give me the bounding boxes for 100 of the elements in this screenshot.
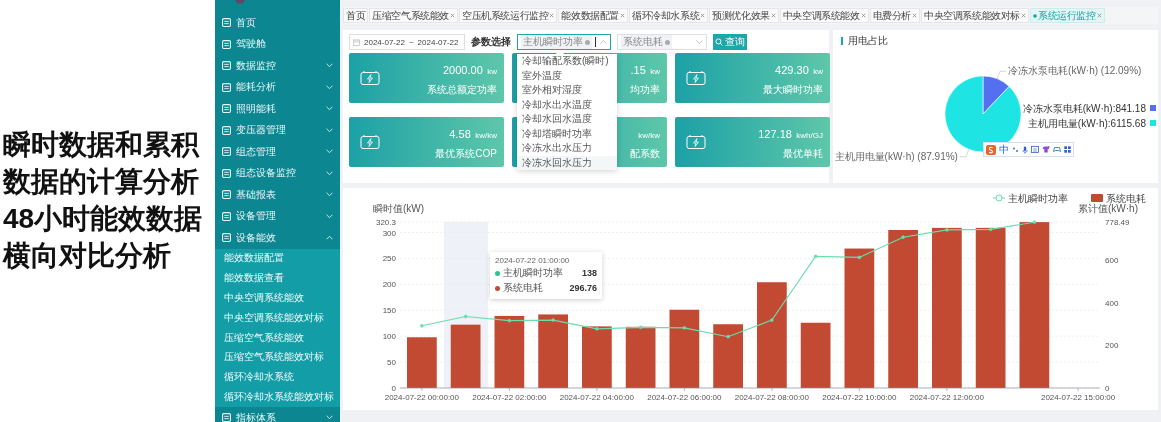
submenu-item[interactable]: 能效数据查看: [215, 268, 340, 289]
query-button[interactable]: 查询: [713, 34, 747, 50]
grid-icon: [222, 125, 231, 135]
series-dot-icon: [495, 270, 500, 276]
slide-heading-line: 横向对比分析: [3, 239, 172, 273]
dropdown-option[interactable]: 冷却塔瞬时功率: [517, 126, 617, 141]
stat-label: 最优系统COP: [435, 146, 497, 161]
stat-value: 2000.00 kw: [443, 62, 497, 78]
search-icon: [715, 38, 723, 46]
axis-tick-label: 250: [382, 254, 396, 264]
axis-tick-label: 300: [382, 228, 396, 238]
grid-icon: [222, 211, 231, 221]
grid-icon: [222, 82, 231, 92]
submenu-item[interactable]: 压缩空气系统能效: [215, 327, 340, 348]
tab[interactable]: 预测优化效果: [709, 8, 779, 23]
tooltip-value: 296.76: [569, 283, 597, 293]
legend-label[interactable]: 主机瞬时功率: [1008, 193, 1068, 204]
legend-line-icon[interactable]: [992, 194, 1006, 202]
stat-label: 均功率: [630, 82, 660, 97]
axis-tick-label: 600: [1105, 256, 1119, 266]
tab[interactable]: 中央空调系统能效对标: [921, 8, 1030, 23]
submenu-item[interactable]: 中央空调系统能效: [215, 288, 340, 308]
submenu-item[interactable]: 循环冷却水系统能效对标: [215, 387, 340, 407]
grid-icon: [222, 190, 231, 200]
tab[interactable]: 压缩空气系统能效: [369, 8, 458, 23]
stat-value: .15 kw: [630, 62, 660, 78]
legend-label[interactable]: 系统电耗: [1106, 193, 1146, 204]
dropdown-option[interactable]: 冷却水出水温度: [517, 97, 617, 112]
stat-label: 最优单耗: [783, 146, 823, 161]
sidebar-item[interactable]: 数据监控: [215, 55, 340, 77]
sidebar-item[interactable]: 驾驶舱: [215, 33, 340, 55]
sidebar-item[interactable]: 变压器管理: [215, 119, 340, 141]
submenu-item[interactable]: 压缩空气系统能效对标: [215, 347, 340, 368]
axis-tick-label: 200: [382, 280, 396, 290]
leader-line: [959, 149, 970, 157]
sidebar-item[interactable]: 指标体系: [215, 406, 340, 422]
ime-mode-label[interactable]: 中: [999, 142, 1009, 157]
axis-tick-label: 2024-07-22 12:00:00: [909, 393, 984, 402]
slide-heading-line: 瞬时数据和累积: [3, 128, 201, 162]
tab[interactable]: 循环冷却水系统: [629, 8, 709, 23]
tooltip-value: 138: [581, 268, 597, 278]
submenu-item[interactable]: 循环冷却水系统: [215, 367, 340, 388]
sidebar-item[interactable]: 首页: [215, 12, 340, 34]
tab[interactable]: 中央空调系统能效: [779, 8, 869, 23]
microphone-icon[interactable]: [1022, 145, 1028, 154]
tab[interactable]: 空压机系统运行监控: [459, 8, 558, 23]
axis-tick-label: 778.49: [1105, 218, 1130, 227]
axis-tick-label: 0: [1105, 384, 1110, 393]
grid-icon[interactable]: [1064, 146, 1071, 153]
sidebar-item[interactable]: 照明能耗: [215, 98, 340, 120]
sidebar-item[interactable]: 基础报表: [215, 184, 340, 206]
tab[interactable]: 系统运行监控: [1030, 8, 1105, 23]
series-dot-icon: [495, 285, 500, 291]
tab[interactable]: 能效数据配置: [558, 8, 629, 23]
legend-bar-icon[interactable]: [1091, 194, 1103, 202]
sidebar-item[interactable]: 组态设备监控: [215, 162, 340, 184]
slice-label: 冷冻水泵电耗(kW·h) (12.09%): [1008, 65, 1142, 77]
dropdown-option[interactable]: 冷冻水出水压力: [517, 141, 617, 156]
submenu-item[interactable]: 能效数据配置: [215, 248, 340, 269]
slice-label: 主机用电量(kW·h) (87.91%): [834, 150, 958, 162]
axis-title: 瞬时值(kW): [373, 203, 425, 214]
tag-chip[interactable]: 主机瞬时功率: [521, 35, 592, 49]
submenu-item[interactable]: 中央空调系统能效对标: [215, 307, 340, 328]
legend-label: 主机用电量(kW·h):6115.68: [1027, 118, 1146, 129]
select-field[interactable]: 系统电耗: [617, 34, 707, 50]
grid-icon: [222, 413, 231, 422]
grid-icon: [222, 147, 231, 157]
battery-bolt-icon: [686, 70, 706, 86]
tab[interactable]: 首页: [343, 8, 369, 23]
battery-bolt-icon: [360, 70, 380, 86]
tab[interactable]: 电费分析: [869, 8, 921, 23]
tooltip-series-name: 主机瞬时功率: [503, 266, 563, 280]
axis-tick-label: 50: [387, 358, 396, 368]
legend-label: 冷冻水泵电耗(kW·h):841.18: [1022, 103, 1146, 114]
keyboard-icon[interactable]: [1031, 146, 1039, 153]
stat-label: 系统总额定功率: [427, 82, 497, 97]
punctuation-icon[interactable]: [1012, 146, 1019, 153]
date-range-field[interactable]: 2024-07-22 ~ 2024-07-22: [349, 34, 465, 50]
axis-tick-label: 320.3: [375, 218, 396, 227]
dropdown-option[interactable]: 室外温度: [517, 68, 617, 83]
shirt-icon[interactable]: [1042, 146, 1050, 153]
tooltip-series-name: 系统电耗: [503, 281, 543, 295]
stat-label: 最大瞬时功率: [763, 82, 823, 97]
grid-icon: [222, 18, 231, 28]
grid-icon: [222, 233, 231, 243]
dropdown-option[interactable]: 冷却水回水温度: [517, 112, 617, 127]
axis-tick-label: 2024-07-22 02:00:00: [472, 393, 547, 402]
sidebar-item[interactable]: 设备能效: [215, 227, 340, 249]
slide-heading-line: 数据的计算分析: [3, 165, 200, 199]
sidebar-item[interactable]: 组态管理: [215, 141, 340, 163]
sidebar-item[interactable]: 设备管理: [215, 205, 340, 227]
stat-value: 4.58 kw/kw: [449, 126, 497, 142]
dropdown-option[interactable]: 冷却输配系数(瞬时): [517, 54, 617, 69]
stat-value: 429.30 kw: [775, 62, 823, 78]
param-label: 参数选择: [471, 35, 511, 49]
dropdown-option[interactable]: 室外相对湿度: [517, 83, 617, 98]
sidebar-item[interactable]: 能耗分析: [215, 76, 340, 98]
tag-chip[interactable]: 系统电耗: [621, 35, 672, 49]
dropdown-option[interactable]: 冷冻水回水压力: [517, 155, 617, 170]
tooltip-title: 2024-07-22 01:00:00: [495, 256, 571, 265]
